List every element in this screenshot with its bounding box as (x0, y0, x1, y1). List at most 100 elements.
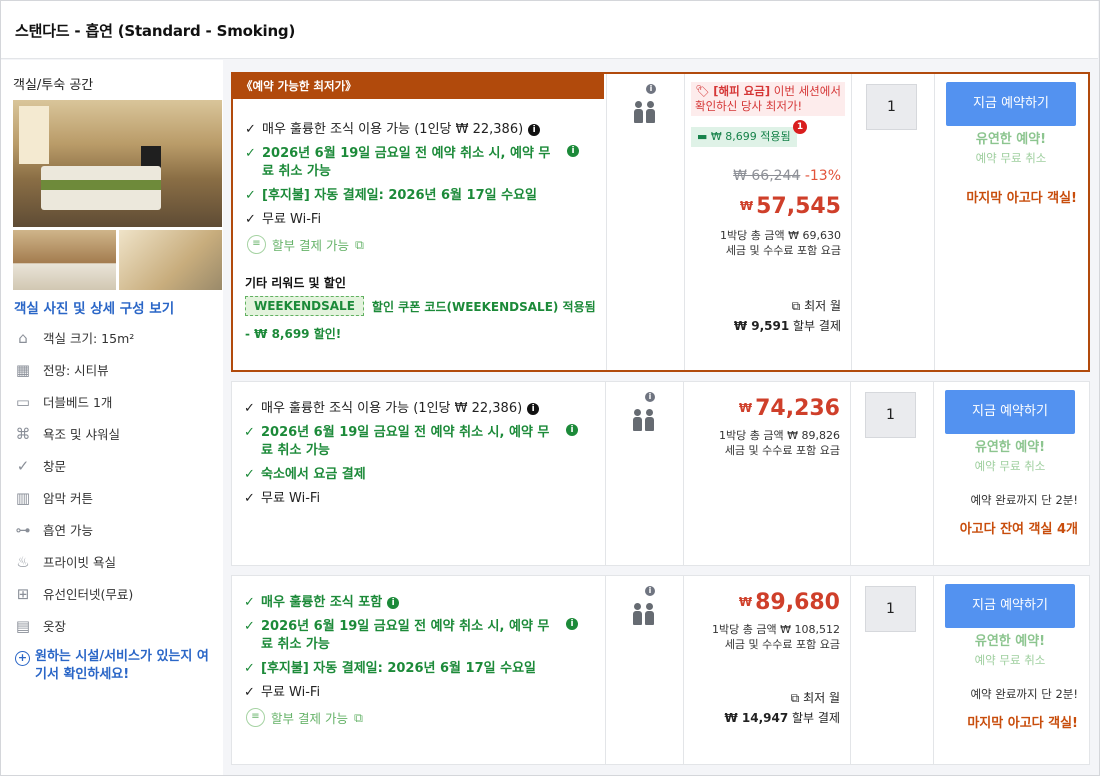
room-quantity-select[interactable]: 1 (865, 392, 916, 438)
offer-card-3: ✓ 매우 훌륭한 조식 포함 i ✓ 2026년 6월 19일 금요일 전 예약 … (231, 575, 1090, 765)
amenity-bed: ▭ 더블베드 1개 (13, 392, 113, 411)
person-icon (633, 409, 642, 431)
price-detail: 1박당 총 금액 ₩ 69,630 세금 및 수수료 포함 요금 (720, 228, 841, 258)
external-link-icon: ⧉ (791, 299, 801, 313)
current-price: ₩74,236 (739, 396, 840, 421)
check-icon: ✓ (244, 595, 255, 610)
room-quantity-select[interactable]: 1 (866, 84, 917, 130)
room-photo-main[interactable] (13, 100, 222, 227)
amenity-label: 프라이빗 욕실 (43, 555, 116, 570)
check-icon: ✓ (245, 146, 256, 161)
info-icon[interactable]: i (645, 586, 655, 596)
monthly-suffix: 할부 결제 (788, 711, 840, 725)
external-link-icon: ⧉ (354, 236, 364, 252)
currency-symbol: ₩ (738, 595, 753, 609)
photo-window-shape (19, 106, 49, 164)
person-icon (646, 101, 655, 123)
monthly-amount: ₩ 14,947 (724, 711, 789, 725)
booking-time-note: 예약 완료까지 단 2분! (970, 687, 1078, 701)
flexible-title: 유연한 예약! (975, 132, 1047, 147)
info-icon[interactable]: i (387, 597, 400, 609)
feature-pay-later: ✓ [후지불] 자동 결제일: 2026년 6월 17일 수요일 (244, 660, 536, 678)
happy-rate-banner: 🏷 [해피 요금] 이번 세션에서 확인하신 당사 최저가! (691, 82, 845, 116)
room-size-icon: ⌂ (18, 328, 28, 347)
booking-column: 지금 예약하기 유연한 예약! 예약 무료 취소 예약 완료까지 단 2분! 마… (933, 576, 1089, 764)
price-column: 🏷 [해피 요금] 이번 세션에서 확인하신 당사 최저가! ▬ ₩ 8,699… (684, 74, 851, 370)
price-column: ₩74,236 1박당 총 금액 ₩ 89,826 세금 및 수수료 포함 요금 (683, 382, 850, 565)
tax-note: 세금 및 수수료 포함 요금 (724, 444, 840, 457)
external-link-icon: ⧉ (790, 691, 800, 705)
amenity-label: 암막 커튼 (43, 491, 93, 506)
photo-bedrunner-shape (41, 180, 161, 190)
best-price-ribbon: 《예약 가능한 최저가》 (233, 74, 604, 99)
bed-icon: ▭ (15, 392, 31, 411)
room-photo-thumb-1[interactable] (13, 230, 116, 290)
view-icon: ▦ (15, 360, 31, 379)
amenity-curtain: ▥ 암막 커튼 (13, 488, 93, 507)
amenity-label: 욕조 및 샤워실 (43, 427, 120, 442)
feature-wifi: ✓ 무료 Wi-Fi (245, 211, 321, 229)
info-icon[interactable]: i (566, 424, 578, 436)
tax-note: 세금 및 수수료 포함 요금 (725, 244, 841, 257)
booking-column: 지금 예약하기 유연한 예약! 예약 무료 취소 마지막 아고다 객실! (934, 74, 1088, 370)
installment-option[interactable]: ≡ 할부 결제 가능 ⧉ (247, 235, 364, 254)
flexible-booking: 유연한 예약! 예약 무료 취소 (945, 632, 1075, 670)
flexible-title: 유연한 예약! (974, 634, 1046, 649)
room-photo-thumb-2[interactable] (119, 230, 222, 290)
total-per-night: 1박당 총 금액 ₩ 89,826 (719, 429, 840, 442)
info-icon[interactable]: i (528, 124, 541, 136)
book-now-button[interactable]: 지금 예약하기 (946, 82, 1076, 126)
feature-wifi: ✓ 무료 Wi-Fi (244, 490, 320, 508)
view-photos-link[interactable]: 객실 사진 및 상세 구성 보기 (14, 297, 174, 317)
book-now-button[interactable]: 지금 예약하기 (945, 390, 1075, 434)
discount-percent: -13% (804, 168, 841, 184)
check-icon: ✓ (244, 491, 255, 506)
feature-wifi: ✓ 무료 Wi-Fi (244, 684, 320, 702)
amenity-window: ✓ 창문 (13, 456, 66, 475)
coupon-text: 할인 쿠폰 코드(WEEKENDSALE) 적용됨 (371, 299, 596, 314)
original-price-value: ₩ 66,244 (733, 168, 801, 184)
feature-free-cancel: ✓ 2026년 6월 19일 금요일 전 예약 취소 시, 예약 무료 취소 가… (245, 145, 595, 181)
installment-text: 할부 결제 가능 (272, 238, 349, 253)
info-icon[interactable]: i (645, 392, 655, 402)
info-icon[interactable]: i (567, 145, 579, 157)
total-per-night: 1박당 총 금액 ₩ 69,630 (720, 229, 841, 242)
feature-text: 2026년 6월 19일 금요일 전 예약 취소 시, 예약 무료 취소 가능 (261, 425, 550, 458)
urgency-text: 마지막 아고다 객실! (967, 716, 1078, 731)
amenity-bath: ⌘ 욕조 및 샤워실 (13, 424, 120, 443)
monthly-label: 최저 월 (804, 299, 841, 313)
quantity-column: 1 (851, 74, 934, 370)
room-title: 스탠다드 - 흡연 (Standard - Smoking) (15, 22, 296, 40)
plus-icon: + (15, 651, 30, 666)
smoking-icon: ⊶ (15, 520, 31, 539)
occupancy-column: i (605, 382, 683, 565)
book-now-button[interactable]: 지금 예약하기 (945, 584, 1075, 628)
installment-option[interactable]: ≡ 할부 결제 가능 ⧉ (246, 708, 363, 727)
check-icon: ✓ (244, 401, 255, 416)
installment-icon: ≡ (246, 708, 265, 727)
feature-pay-at-property: ✓ 숙소에서 요금 결제 (244, 466, 366, 484)
money-icon: ▬ (697, 130, 708, 143)
check-facilities-link[interactable]: + 원하는 시설/서비스가 있는지 여기서 확인하세요! (15, 648, 220, 684)
window-icon: ✓ (16, 456, 30, 475)
feature-pay-later: ✓ [후지불] 자동 결제일: 2026년 6월 17일 수요일 (245, 187, 537, 205)
info-icon[interactable]: i (646, 84, 656, 94)
amenity-label: 객실 크기: 15m² (43, 331, 135, 346)
offer-features: ✓ 매우 훌륭한 조식 포함 i ✓ 2026년 6월 19일 금요일 전 예약 … (232, 576, 605, 764)
tag-icon: 🏷 (695, 84, 710, 98)
feature-text: 숙소에서 요금 결제 (261, 467, 366, 482)
amenity-room-size: ⌂ 객실 크기: 15m² (13, 328, 134, 347)
feature-text: 무료 Wi-Fi (261, 685, 321, 700)
info-icon[interactable]: i (566, 618, 578, 630)
feature-breakfast: ✓ 매우 훌륭한 조식 포함 i (244, 594, 400, 612)
monthly-payment: ⧉ 최저 월 ₩ 14,947 할부 결제 (724, 688, 840, 728)
info-icon[interactable]: i (527, 403, 540, 415)
room-quantity-select[interactable]: 1 (865, 586, 916, 632)
feature-breakfast: ✓ 매우 훌륭한 조식 이용 가능 (1인당 ₩ 22,386) i (244, 400, 540, 418)
flexible-subtitle: 예약 무료 취소 (975, 151, 1047, 165)
check-icon: ✓ (244, 619, 255, 634)
price-value: 57,545 (756, 194, 841, 219)
feature-free-cancel: ✓ 2026년 6월 19일 금요일 전 예약 취소 시, 예약 무료 취소 가… (244, 618, 594, 654)
offer-card-2: ✓ 매우 훌륭한 조식 이용 가능 (1인당 ₩ 22,386) i ✓ 2026… (231, 381, 1090, 566)
wardrobe-icon: ▤ (15, 616, 31, 635)
